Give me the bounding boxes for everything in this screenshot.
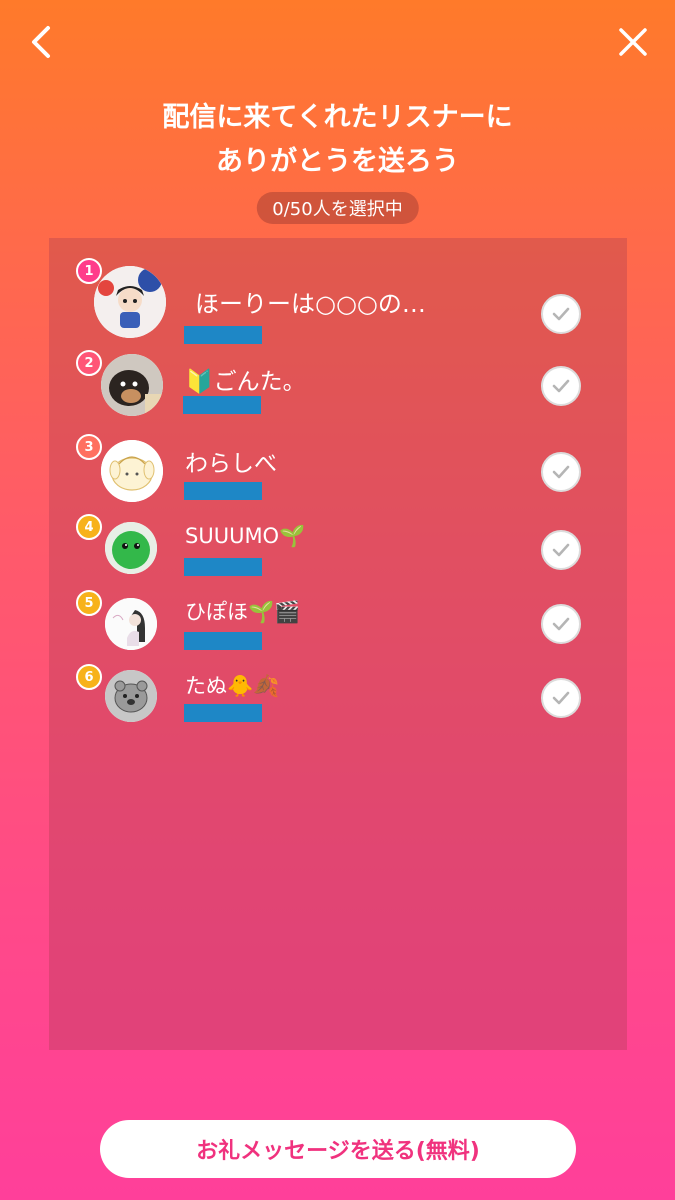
redaction-bar [183,396,261,414]
listener-name: SUUUMO🌱 [185,524,306,548]
select-checkbox[interactable] [541,530,581,570]
select-checkbox[interactable] [541,294,581,334]
redaction-bar [184,558,262,576]
checkmark-icon [552,543,570,557]
select-checkbox[interactable] [541,366,581,406]
rank-badge: 6 [76,664,102,690]
avatar [105,598,157,650]
listener-row[interactable]: 5 ひぽほ🌱🎬 [49,588,627,668]
checkmark-icon [552,379,570,393]
pompompurin-avatar-image [101,440,163,502]
listener-name: わらしべ [185,451,277,477]
selection-counter-badge: 0/50人を選択中 [256,192,419,224]
select-checkbox[interactable] [541,678,581,718]
redaction-bar [184,632,262,650]
avatar [101,440,163,502]
checkmark-icon [552,617,570,631]
listener-name: ひぽほ🌱🎬 [185,600,301,624]
listener-row[interactable]: 3 わらしべ [49,432,627,512]
rank-badge: 3 [76,434,102,460]
listener-row[interactable]: 6 たぬ🐥🍂 [49,662,627,742]
send-thanks-message-button[interactable]: お礼メッセージを送る(無料) [100,1120,576,1178]
title-line-1: 配信に来てくれたリスナーに [162,102,513,133]
redaction-bar [184,482,262,500]
listener-name: 🔰ごんた。 [185,369,306,395]
top-bar [0,0,675,90]
checkmark-icon [552,465,570,479]
rank-badge: 1 [76,258,102,284]
anime-boy-avatar-image [94,266,166,338]
rank-badge: 5 [76,590,102,616]
listener-name: たぬ🐥🍂 [185,674,280,698]
title-line-2: ありがとうを送ろう [216,146,459,177]
checkmark-icon [552,691,570,705]
dog-photo-avatar-image [101,354,163,416]
close-icon [619,28,647,56]
girl-sketch-avatar-image [105,598,157,650]
redaction-bar [184,704,262,722]
back-button[interactable] [22,22,62,62]
redaction-bar [184,326,262,344]
listener-name: ほーりーは○○○の… [195,290,426,318]
close-button[interactable] [613,22,653,62]
avatar [94,266,166,338]
listener-row[interactable]: 1 ほーりーは○○○の… [49,256,627,344]
avatar [105,522,157,574]
avatar [105,670,157,722]
tanuki-avatar-image [105,670,157,722]
select-checkbox[interactable] [541,452,581,492]
checkmark-icon [552,307,570,321]
chevron-left-icon [32,26,50,58]
rank-badge: 4 [76,514,102,540]
green-mascot-avatar-image [105,522,157,574]
listener-row[interactable]: 4 SUUUMO🌱 [49,514,627,594]
select-checkbox[interactable] [541,604,581,644]
avatar [101,354,163,416]
listener-list: 1 ほーりーは○○○の… 2 🔰ごんた。 3 わらしべ 4 SUUUMO🌱 5 … [49,238,627,1050]
rank-badge: 2 [76,350,102,376]
listener-row[interactable]: 2 🔰ごんた。 [49,350,627,430]
page-title: 配信に来てくれたリスナーに ありがとうを送ろう [0,96,675,184]
